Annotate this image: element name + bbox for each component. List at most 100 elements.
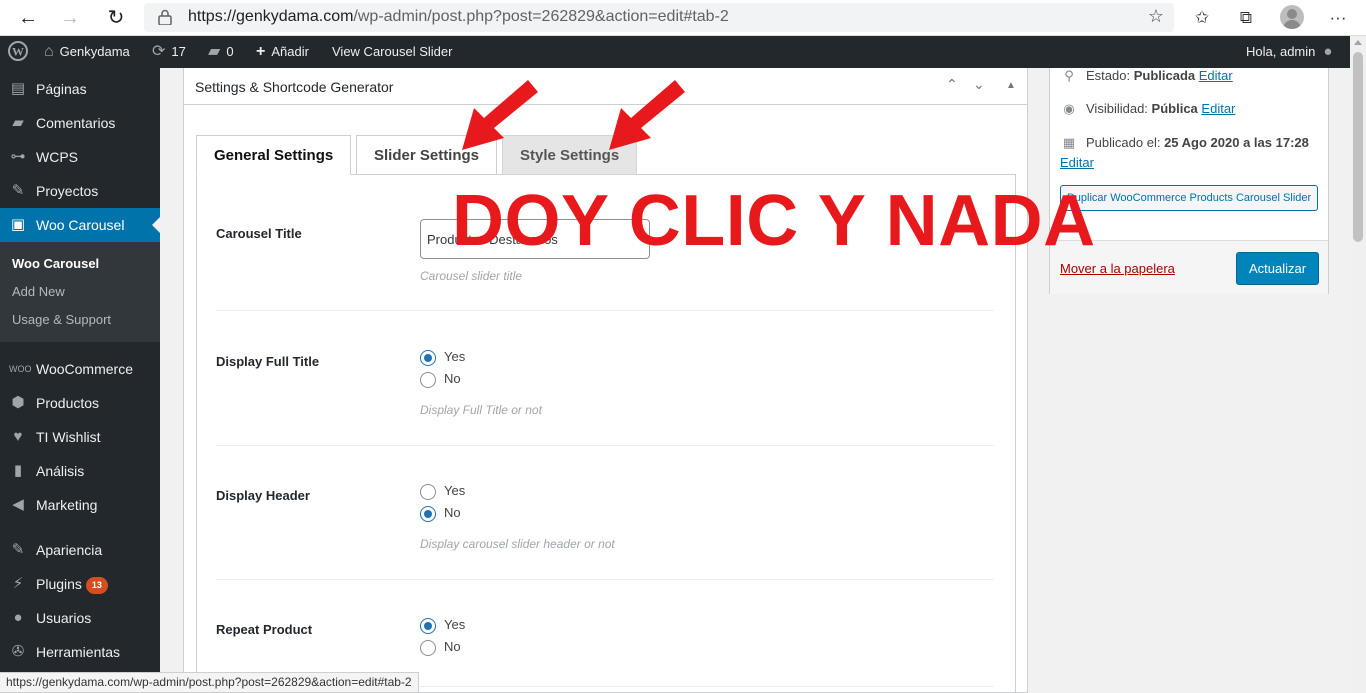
- address-bar[interactable]: https://genkydama.com/wp-admin/post.php?…: [144, 3, 1174, 32]
- sidebar-item-productos[interactable]: ⬢ Productos: [0, 386, 160, 420]
- sidebar-item-herramientas[interactable]: ✇ Herramientas: [0, 635, 160, 669]
- submenu-usage-support[interactable]: Usage & Support: [12, 312, 111, 327]
- url-text: https://genkydama.com/wp-admin/post.php?…: [188, 8, 729, 25]
- edit-status-link[interactable]: Editar: [1199, 68, 1233, 83]
- duplicate-button[interactable]: Duplicar WooCommerce Products Carousel S…: [1060, 185, 1318, 211]
- annotation-arrow-icon: [462, 80, 538, 150]
- divider: [216, 579, 994, 580]
- radio-button[interactable]: [420, 639, 436, 656]
- collections-icon[interactable]: ⧉: [1234, 6, 1258, 30]
- wordpress-logo-icon[interactable]: W: [8, 36, 28, 68]
- pin-icon: ✎: [11, 182, 25, 199]
- sidebar-item-usuarios[interactable]: ● Usuarios: [0, 601, 160, 635]
- user-icon: ●: [13, 609, 23, 626]
- eye-icon: ◉: [1063, 101, 1075, 116]
- repeat-product-label: Repeat Product: [216, 622, 313, 637]
- radio-button-checked[interactable]: [420, 505, 436, 522]
- user-icon: ●: [1323, 43, 1333, 60]
- radio-button-checked[interactable]: [420, 349, 436, 366]
- pages-icon: ▤: [10, 80, 26, 97]
- sidebar-item-comentarios[interactable]: ▰ Comentarios: [0, 106, 160, 140]
- forward-arrow-icon[interactable]: →: [58, 6, 82, 30]
- sidebar-item-marketing[interactable]: ◀ Marketing: [0, 488, 160, 522]
- repeat-product-no[interactable]: No: [420, 639, 461, 657]
- carousel-title-label: Carousel Title: [216, 226, 302, 241]
- refresh-icon[interactable]: ↻: [104, 6, 128, 30]
- sidebar-item-plugins[interactable]: ⚡ Plugins 13: [0, 567, 160, 601]
- view-carousel-link[interactable]: View Carousel Slider: [332, 36, 452, 68]
- display-header-label: Display Header: [216, 488, 310, 503]
- products-icon: ⬢: [11, 394, 25, 411]
- add-new-link[interactable]: + Añadir: [256, 36, 309, 68]
- comment-bubble-icon: ▰: [208, 43, 221, 60]
- comments-icon: ▰: [12, 114, 24, 131]
- scroll-thumb[interactable]: [1353, 52, 1363, 242]
- updates-link[interactable]: ⟳ 17: [152, 36, 186, 68]
- heart-icon: ♥: [13, 428, 23, 445]
- sidebar-item-woocommerce[interactable]: WOO WooCommerce: [0, 352, 160, 386]
- admin-sidebar: ▤ Páginas ▰ Comentarios ⊶ WCPS ✎ Proyectos ▣…: [0, 68, 160, 693]
- move-up-icon[interactable]: ⌃: [946, 76, 958, 93]
- display-full-title-no[interactable]: No: [420, 371, 461, 389]
- sidebar-item-wcps[interactable]: ⊶ WCPS: [0, 140, 160, 174]
- status-row: ⚲ Estado: Publicada Editar: [1060, 68, 1233, 84]
- metabox-title: Settings & Shortcode Generator: [195, 79, 394, 95]
- more-options-icon[interactable]: ···: [1326, 6, 1350, 30]
- comments-link[interactable]: ▰ 0: [208, 36, 234, 68]
- sidebar-item-ti-wishlist[interactable]: ♥ TI Wishlist: [0, 420, 160, 454]
- published-row: ▦ Publicado el: 25 Ago 2020 a las 17:28: [1060, 135, 1309, 151]
- annotation-arrow-icon: [609, 80, 685, 150]
- submenu-add-new[interactable]: Add New: [12, 284, 65, 299]
- woo-carousel-submenu: Woo Carousel Add New Usage & Support: [0, 242, 160, 342]
- divider: [216, 445, 994, 446]
- edit-date-link[interactable]: Editar: [1060, 155, 1094, 170]
- update-button[interactable]: Actualizar: [1236, 252, 1319, 285]
- star-icon[interactable]: ☆: [1148, 6, 1164, 27]
- sidebar-item-apariencia[interactable]: ✎ Apariencia: [0, 533, 160, 567]
- radio-button[interactable]: [420, 483, 436, 500]
- plugins-update-badge: 13: [85, 576, 108, 594]
- divider: [216, 310, 994, 311]
- sidebar-item-proyectos[interactable]: ✎ Proyectos: [0, 174, 160, 208]
- updates-icon: ⟳: [152, 43, 166, 60]
- my-account-link[interactable]: Hola, admin ●: [1246, 36, 1332, 68]
- megaphone-icon: ◀: [12, 496, 24, 513]
- radio-button-checked[interactable]: [420, 617, 436, 634]
- favorites-icon[interactable]: ✩: [1190, 6, 1214, 30]
- repeat-product-yes[interactable]: Yes: [420, 617, 465, 635]
- tab-general-settings[interactable]: General Settings: [196, 135, 352, 175]
- browser-status-bar: https://genkydama.com/wp-admin/post.php?…: [0, 672, 419, 693]
- page-scrollbar[interactable]: [1350, 36, 1366, 693]
- display-full-title-yes[interactable]: Yes: [420, 349, 465, 367]
- back-arrow-icon[interactable]: ←: [16, 6, 40, 30]
- plus-icon: +: [256, 43, 266, 60]
- move-down-icon[interactable]: ⌄: [973, 76, 985, 93]
- woocommerce-icon: WOO: [9, 364, 32, 374]
- carousel-title-description: Carousel slider title: [420, 269, 523, 283]
- home-icon: ⌂: [44, 43, 54, 60]
- site-name-link[interactable]: ⌂ Genkydama: [44, 36, 130, 68]
- display-full-title-label: Display Full Title: [216, 354, 320, 369]
- display-header-no[interactable]: No: [420, 505, 461, 523]
- wrench-icon: ✇: [11, 643, 25, 660]
- brush-icon: ✎: [11, 541, 25, 558]
- edit-visibility-link[interactable]: Editar: [1201, 101, 1235, 116]
- svg-text:W: W: [12, 45, 24, 59]
- wcps-icon: ⊶: [10, 148, 26, 165]
- move-to-trash-link[interactable]: Mover a la papelera: [1060, 261, 1175, 276]
- profile-avatar[interactable]: [1280, 5, 1304, 29]
- display-header-description: Display carousel slider header or not: [420, 537, 615, 551]
- display-header-yes[interactable]: Yes: [420, 483, 465, 501]
- sidebar-item-analisis[interactable]: ▮ Análisis: [0, 454, 160, 488]
- admin-bar: W ⌂ Genkydama ⟳ 17 ▰ 0 + Añadir View Carouse…: [0, 36, 1350, 68]
- radio-button[interactable]: [420, 371, 436, 388]
- settings-metabox: Settings & Shortcode Generator ⌃ ⌄ ▲ Gen…: [183, 68, 1028, 693]
- submenu-woo-carousel[interactable]: Woo Carousel: [12, 256, 99, 271]
- collapse-toggle-icon[interactable]: ▲: [1006, 80, 1016, 91]
- scroll-up-arrow-icon[interactable]: [1354, 40, 1362, 45]
- sidebar-item-woo-carousel[interactable]: ▣ Woo Carousel: [0, 208, 160, 242]
- sidebar-item-paginas[interactable]: ▤ Páginas: [0, 72, 160, 106]
- calendar-icon: ▦: [1062, 135, 1076, 150]
- lock-icon: [158, 9, 172, 25]
- plug-icon: ⚡: [12, 575, 24, 592]
